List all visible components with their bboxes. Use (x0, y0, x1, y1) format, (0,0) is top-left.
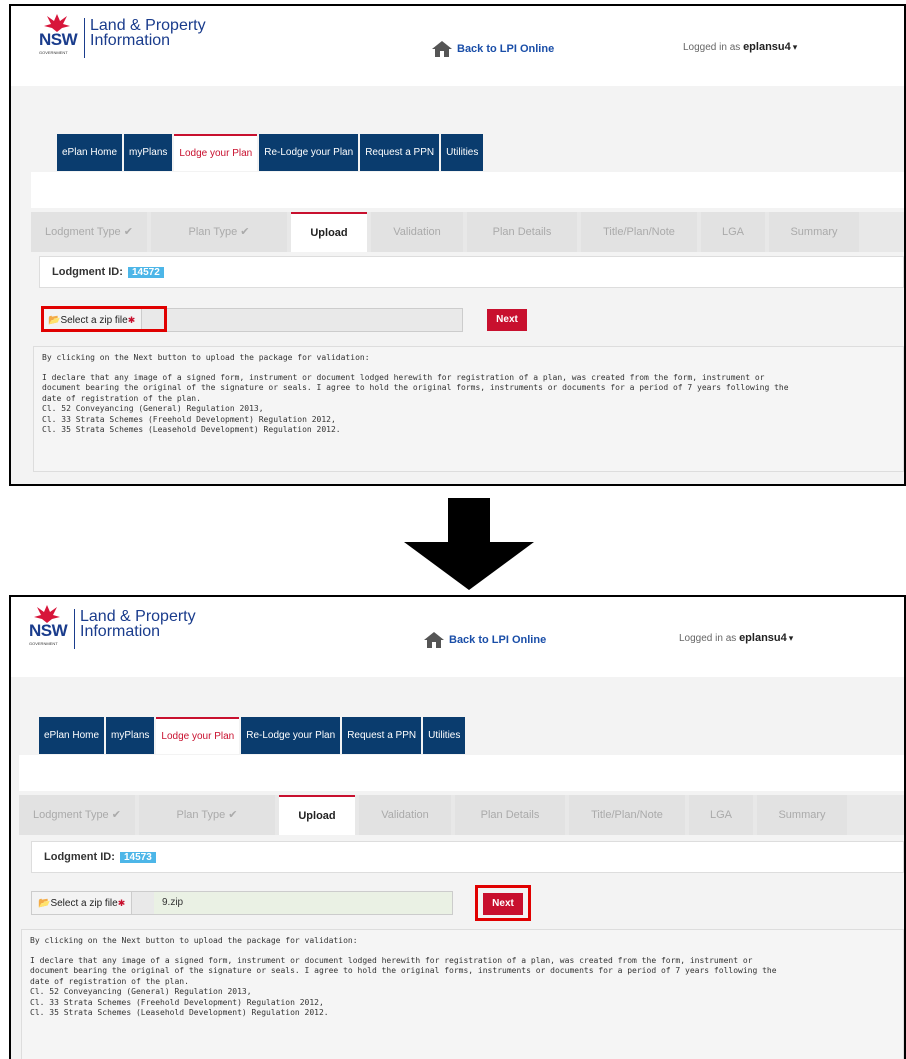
folder-icon: 📂 (38, 898, 51, 909)
lodgment-id-badge: 14572 (127, 267, 164, 278)
lodgment-id-badge: 14573 (119, 852, 156, 863)
step-plan-type[interactable]: Plan Type ✔ (151, 212, 287, 252)
logo-government: GOVERNMENT (39, 50, 68, 55)
logo-title-line2: Information (80, 623, 161, 640)
nav-request-ppn[interactable]: Request a PPN (342, 717, 422, 754)
nav-request-ppn[interactable]: Request a PPN (360, 134, 440, 171)
content-band (31, 172, 904, 208)
declaration-line: date of registration of the plan. (30, 976, 189, 986)
declaration-line: I declare that any image of a signed for… (30, 955, 753, 965)
user-menu[interactable]: Logged in as eplansu4 ▾ (683, 41, 797, 53)
logo-divider (74, 609, 75, 649)
nav-myplans[interactable]: myPlans (106, 717, 155, 754)
username: eplansu4 (739, 632, 787, 644)
nav-relodge-your-plan[interactable]: Re-Lodge your Plan (259, 134, 359, 171)
logo-title-line2: Information (90, 32, 171, 49)
logo-divider (84, 18, 85, 58)
logo-government: GOVERNMENT (29, 641, 58, 646)
nav-eplan-home[interactable]: ePlan Home (39, 717, 105, 754)
main-nav: ePlan Home myPlans Lodge your Plan Re-Lo… (57, 134, 485, 171)
wizard-steps: Lodgment Type ✔ Plan Type ✔ Upload Valid… (31, 212, 904, 252)
logo-nsw: NSW (39, 30, 78, 49)
waratah-icon (44, 14, 70, 32)
step-upload[interactable]: Upload (291, 212, 367, 252)
lodgment-id-label: Lodgment ID: (44, 851, 115, 863)
nav-relodge-your-plan[interactable]: Re-Lodge your Plan (241, 717, 341, 754)
nav-lodge-your-plan[interactable]: Lodge your Plan (156, 717, 240, 754)
header: NSW GOVERNMENT Land & Property Informati… (11, 597, 904, 677)
step-summary: Summary (769, 212, 859, 252)
step-lodgment-type[interactable]: Lodgment Type ✔ (31, 212, 147, 252)
declaration-line: Cl. 35 Strata Schemes (Leasehold Develop… (42, 425, 341, 434)
step-validation: Validation (359, 795, 451, 835)
main-nav: ePlan Home myPlans Lodge your Plan Re-Lo… (39, 717, 467, 754)
home-icon (432, 41, 452, 57)
step-summary: Summary (757, 795, 847, 835)
nav-myplans[interactable]: myPlans (124, 134, 173, 171)
step-title-plan-note: Title/Plan/Note (569, 795, 685, 835)
screenshot-before: NSW GOVERNMENT Land & Property Informati… (9, 4, 906, 486)
highlight-select-zip (41, 306, 167, 332)
declaration-box: By clicking on the Next button to upload… (33, 346, 904, 472)
file-input[interactable]: 📂Select a zip file✱ 9.zip (31, 891, 453, 915)
declaration-line: Cl. 33 Strata Schemes (Freehold Developm… (30, 997, 324, 1007)
waratah-icon (34, 605, 60, 623)
select-zip-label: Select a zip file (50, 898, 118, 909)
step-upload[interactable]: Upload (279, 795, 355, 835)
nav-lodge-your-plan[interactable]: Lodge your Plan (174, 134, 258, 171)
step-plan-type[interactable]: Plan Type ✔ (139, 795, 275, 835)
username: eplansu4 (743, 41, 791, 53)
back-to-lpi-link[interactable]: Back to LPI Online (423, 631, 546, 649)
wizard-steps: Lodgment Type ✔ Plan Type ✔ Upload Valid… (19, 795, 904, 835)
step-title-plan-note: Title/Plan/Note (581, 212, 697, 252)
highlight-next-button (475, 885, 531, 921)
declaration-line: document bearing the original of the sig… (30, 966, 777, 975)
content-band (19, 755, 904, 791)
logo-nsw: NSW (29, 621, 68, 640)
declaration-lead: By clicking on the Next button to upload… (30, 936, 358, 945)
declaration-line: date of registration of the plan. (42, 393, 201, 403)
selected-file-name: 9.zip (154, 892, 452, 914)
step-lga: LGA (701, 212, 765, 252)
declaration-box: By clicking on the Next button to upload… (21, 929, 904, 1059)
select-zip-button[interactable]: 📂Select a zip file✱ (32, 892, 133, 914)
declaration-line: document bearing the original of the sig… (42, 383, 789, 392)
header: NSW GOVERNMENT Land & Property Informati… (11, 6, 904, 86)
step-plan-details: Plan Details (467, 212, 577, 252)
screenshot-after: NSW GOVERNMENT Land & Property Informati… (9, 595, 906, 1059)
step-validation: Validation (371, 212, 463, 252)
back-link-label: Back to LPI Online (449, 634, 547, 646)
back-link-label: Back to LPI Online (457, 43, 555, 55)
nav-utilities[interactable]: Utilities (441, 134, 484, 171)
declaration-line: I declare that any image of a signed for… (42, 372, 765, 382)
next-button[interactable]: Next (487, 309, 527, 331)
user-menu[interactable]: Logged in as eplansu4 ▾ (679, 632, 793, 644)
step-lodgment-type[interactable]: Lodgment Type ✔ (19, 795, 135, 835)
home-icon (424, 632, 444, 648)
logged-in-label: Logged in as (683, 42, 741, 53)
declaration-line: Cl. 35 Strata Schemes (Leasehold Develop… (30, 1008, 329, 1017)
caret-down-icon: ▾ (792, 42, 798, 52)
lodgment-id-bar: Lodgment ID: 14572 (39, 256, 904, 288)
lodgment-id-bar: Lodgment ID: 14573 (31, 841, 904, 873)
lodgment-id-label: Lodgment ID: (52, 266, 123, 278)
nav-eplan-home[interactable]: ePlan Home (57, 134, 123, 171)
declaration-line: Cl. 52 Conveyancing (General) Regulation… (30, 987, 252, 996)
back-to-lpi-link[interactable]: Back to LPI Online (431, 40, 554, 58)
declaration-lead: By clicking on the Next button to upload… (42, 353, 370, 362)
nav-utilities[interactable]: Utilities (423, 717, 466, 754)
nsw-lpi-logo[interactable]: NSW GOVERNMENT Land & Property Informati… (37, 12, 217, 62)
declaration-line: Cl. 33 Strata Schemes (Freehold Developm… (42, 414, 336, 424)
required-icon: ✱ (117, 898, 126, 908)
declaration-line: Cl. 52 Conveyancing (General) Regulation… (42, 404, 264, 413)
caret-down-icon: ▾ (788, 633, 794, 643)
step-lga: LGA (689, 795, 753, 835)
step-plan-details: Plan Details (455, 795, 565, 835)
nsw-lpi-logo[interactable]: NSW GOVERNMENT Land & Property Informati… (27, 603, 207, 653)
down-arrow-icon (404, 498, 534, 590)
logged-in-label: Logged in as (679, 633, 737, 644)
